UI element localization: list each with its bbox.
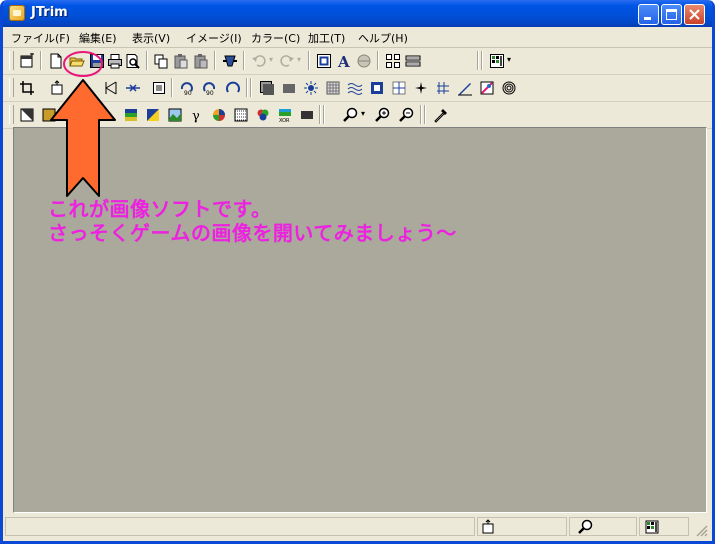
- resize-status-icon: [482, 519, 494, 534]
- annotation-overlay: [50, 51, 116, 197]
- status-bar: [3, 513, 712, 541]
- zoom-status-icon: [578, 519, 593, 534]
- resize-grip-icon[interactable]: [695, 524, 709, 538]
- status-cell-message: [5, 517, 475, 536]
- app-window: JTrim ファイル(F) 編集(E) 表示(V) イメージ(I) カラー(C)…: [0, 0, 715, 544]
- pointer-arrow: [50, 79, 116, 197]
- palette-status-icon: [645, 520, 659, 534]
- highlight-ring: [63, 51, 103, 77]
- status-cell-palette: [639, 517, 689, 536]
- annotation-line-2: さっそくゲームの画像を開いてみましょう～: [48, 221, 457, 245]
- status-cell-size: [477, 517, 567, 536]
- status-cell-zoom: [569, 517, 637, 536]
